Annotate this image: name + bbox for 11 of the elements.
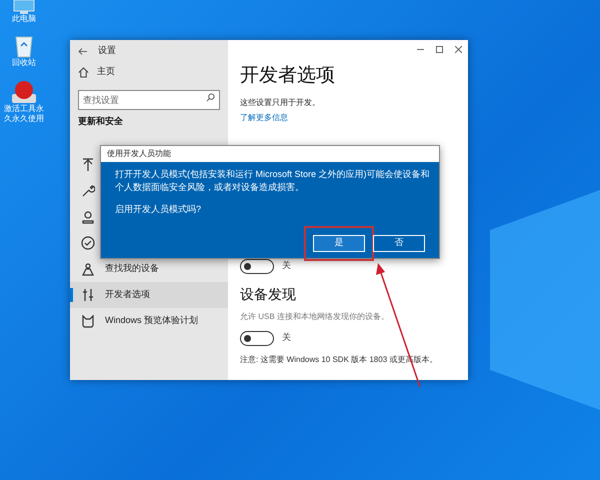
section-heading: 更新和安全 xyxy=(78,115,124,128)
section-title: 设备发现 xyxy=(240,284,297,304)
dialog-question: 启用开发人员模式吗? xyxy=(115,203,202,216)
window-title: 设置 xyxy=(98,44,116,57)
page-subtitle: 这些设置只用于开发。 xyxy=(240,96,321,108)
toggle-state: 关 xyxy=(282,259,291,272)
page-title: 开发者选项 xyxy=(240,64,336,88)
toggle-state: 关 xyxy=(282,331,291,344)
dialog-message: 打开开发人员模式(包括安装和运行 Microsoft Store 之外的应用)可能会使设备和个人数据面临安全风险，或者对设备造成损害。 xyxy=(115,168,431,194)
dialog-title: 使用开发人员功能 xyxy=(107,148,171,160)
section-description: 允许 USB 连接和本地网络发现你的设备。 xyxy=(240,310,390,322)
